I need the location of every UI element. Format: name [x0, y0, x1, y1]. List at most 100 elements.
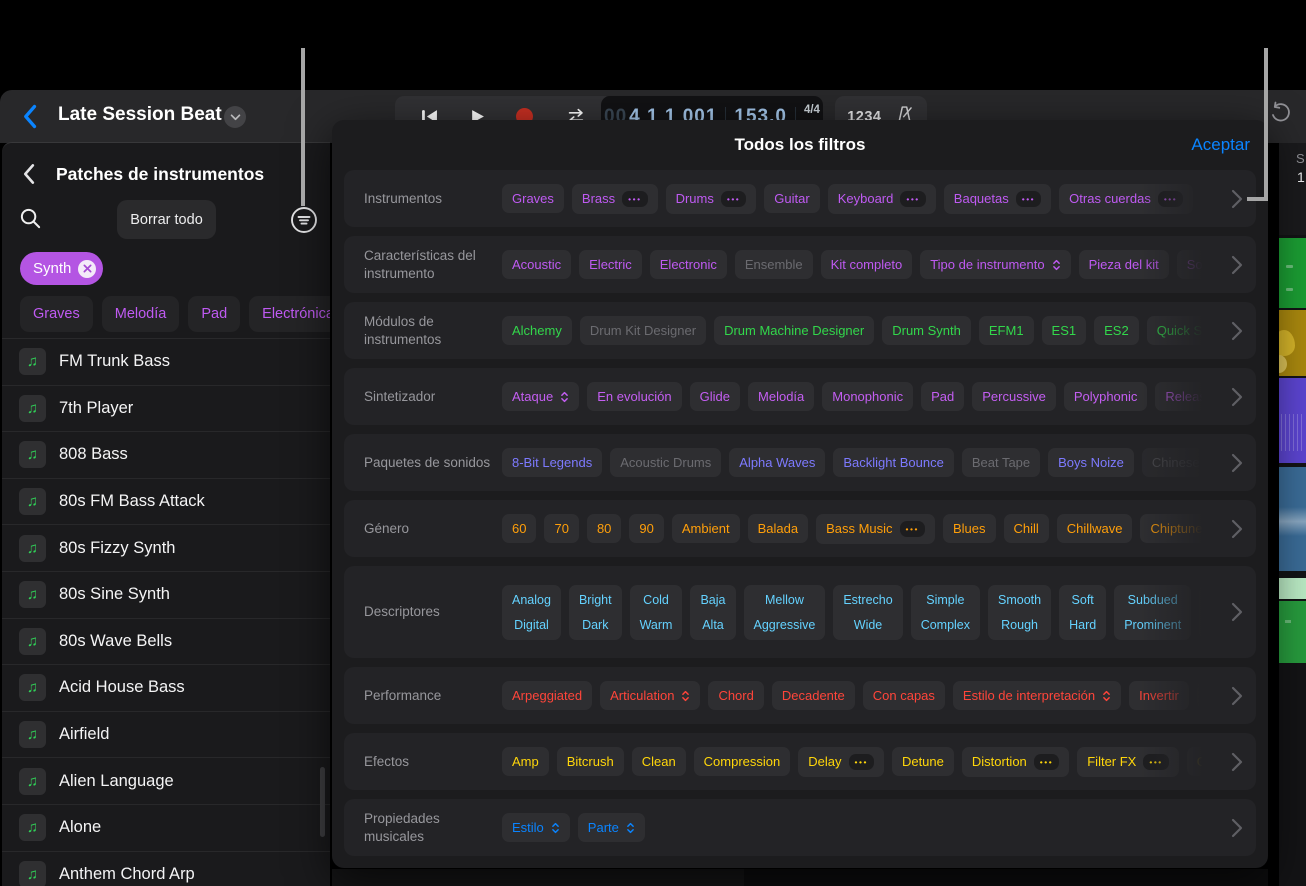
filter-pill[interactable]: Decadente [772, 681, 855, 710]
filter-pill-label[interactable]: Cold [643, 593, 669, 607]
filter-pill-pair[interactable]: Baja Alta [690, 585, 735, 640]
filter-pill[interactable]: Keyboard••• [828, 184, 936, 214]
filter-pill[interactable]: Graves [502, 184, 564, 213]
filter-pill-label[interactable]: Bright [579, 593, 612, 607]
filter-pill[interactable]: Distortion••• [962, 747, 1069, 777]
filter-pill[interactable]: Electronic [650, 250, 727, 279]
filter-pill[interactable]: Chiptune [1140, 514, 1212, 543]
more-options-icon[interactable]: ••• [622, 191, 647, 207]
patch-item[interactable]: ♫FM Trunk Bass [2, 339, 330, 386]
filter-pill[interactable]: Invertir [1129, 681, 1189, 710]
patch-item[interactable]: ♫Anthem Chord Arp [2, 852, 330, 886]
filter-pill-label[interactable]: Warm [640, 618, 673, 632]
accept-button[interactable]: Aceptar [1191, 135, 1250, 155]
filter-pill[interactable]: ES1 [1042, 316, 1087, 345]
filter-pill[interactable]: Quick Sampler [1147, 316, 1218, 345]
filter-pill-label[interactable]: Non-Tonal [1209, 618, 1218, 632]
filter-pill-label[interactable]: Mellow [765, 593, 804, 607]
filter-pill[interactable]: Monophonic [822, 382, 913, 411]
filter-pill[interactable]: Percussio [1201, 184, 1218, 213]
filter-pill[interactable]: Amp [502, 747, 549, 776]
filter-pill[interactable]: Polyphonic [1064, 382, 1148, 411]
remove-tag-icon[interactable] [78, 260, 96, 278]
filter-pill-pair[interactable]: Bright Dark [569, 585, 622, 640]
more-options-icon[interactable]: ••• [1143, 754, 1168, 770]
filter-pill[interactable]: Beat Tape [962, 448, 1040, 477]
filter-pill-label[interactable]: Rough [1001, 618, 1038, 632]
filter-pill[interactable]: Melodía [748, 382, 814, 411]
patch-item[interactable]: ♫80s Wave Bells [2, 619, 330, 666]
patch-item[interactable]: ♫7th Player [2, 386, 330, 433]
filter-pill[interactable]: Chillwave [1057, 514, 1133, 543]
filter-pill[interactable]: Compression [694, 747, 791, 776]
track-clip[interactable] [1279, 578, 1306, 599]
row-chevron-icon[interactable] [1218, 387, 1256, 407]
filter-pill[interactable]: Drum Synth [882, 316, 971, 345]
project-menu-chevron-icon[interactable] [224, 106, 246, 128]
filter-pill[interactable]: Glide [690, 382, 740, 411]
patches-back-chevron[interactable] [22, 163, 35, 185]
track-clip[interactable] [1279, 310, 1306, 376]
more-options-icon[interactable]: ••• [1016, 191, 1041, 207]
filter-pill[interactable]: 8-Bit Legends [502, 448, 602, 477]
category-tag[interactable]: Pad [188, 296, 240, 332]
filter-pill-label[interactable]: Smooth [998, 593, 1041, 607]
filter-pill[interactable]: Tipo de instrumento [920, 250, 1070, 279]
filter-pill[interactable]: 60 [502, 514, 536, 543]
filter-pill[interactable]: Ataque [502, 382, 579, 411]
search-icon[interactable] [19, 207, 42, 230]
more-options-icon[interactable]: ••• [849, 754, 874, 770]
filter-pill-label[interactable]: Dark [582, 618, 608, 632]
scrollbar-thumb[interactable] [320, 767, 325, 837]
filter-pill[interactable]: Drums••• [666, 184, 757, 214]
filter-pill[interactable]: 80 [587, 514, 621, 543]
filter-pill[interactable]: Electric [579, 250, 642, 279]
row-chevron-icon[interactable] [1218, 453, 1256, 473]
filter-pill[interactable]: Alpha Waves [729, 448, 825, 477]
patch-item[interactable]: ♫Alien Language [2, 758, 330, 805]
filter-pill[interactable]: Drum Kit Designer [580, 316, 706, 345]
filter-icon[interactable] [290, 206, 318, 234]
filter-pill-label[interactable]: Hard [1069, 618, 1096, 632]
patch-item[interactable]: ♫80s Fizzy Synth [2, 525, 330, 572]
filter-pill[interactable]: Drum Machine Designer [714, 316, 874, 345]
filter-pill-label[interactable]: Baja [700, 593, 725, 607]
filter-pill[interactable]: Backlight Bounce [833, 448, 953, 477]
filter-pill[interactable]: Chill [1004, 514, 1049, 543]
track-solo-fragment[interactable]: S [1296, 151, 1305, 166]
filter-pill[interactable]: Articulation [600, 681, 700, 710]
filter-pill[interactable]: Clean [632, 747, 686, 776]
filter-pill[interactable]: Release [1155, 382, 1218, 411]
filter-pill[interactable]: 90 [629, 514, 663, 543]
more-options-icon[interactable]: ••• [721, 191, 746, 207]
filter-pill-pair[interactable]: EstrechoWide [833, 585, 902, 640]
filter-pill-pair[interactable]: SubduedProminent [1114, 585, 1191, 640]
track-clip[interactable] [1279, 601, 1306, 663]
filter-pill[interactable]: Balada [748, 514, 808, 543]
filter-pill[interactable]: Acoustic [502, 250, 571, 279]
filter-pill[interactable]: Estilo [502, 813, 570, 842]
filter-pill-pair[interactable]: Smooth Rough [988, 585, 1051, 640]
filter-pill[interactable]: Gate FX [1187, 747, 1218, 776]
more-options-icon[interactable]: ••• [900, 191, 925, 207]
filter-pill[interactable]: Percussive [972, 382, 1056, 411]
filter-pill[interactable]: Alchemy [502, 316, 572, 345]
filter-pill[interactable]: Delay••• [798, 747, 884, 777]
row-chevron-icon[interactable] [1218, 519, 1256, 539]
filter-pill-label[interactable]: Wide [854, 618, 882, 632]
more-options-icon[interactable]: ••• [900, 521, 925, 537]
patch-item[interactable]: ♫80s Sine Synth [2, 572, 330, 619]
row-chevron-icon[interactable] [1218, 752, 1256, 772]
filter-pill[interactable]: Boys Noize [1048, 448, 1134, 477]
filter-pill-label[interactable]: Alta [702, 618, 724, 632]
track-clip[interactable] [1279, 378, 1306, 463]
filter-pill[interactable]: Solo [1177, 250, 1218, 279]
filter-pill[interactable]: EFM1 [979, 316, 1034, 345]
filter-pill[interactable]: Bitcrush [557, 747, 624, 776]
filter-pill[interactable]: Ambient [672, 514, 740, 543]
filter-pill[interactable]: Kit completo [821, 250, 913, 279]
undo-icon[interactable] [1268, 101, 1292, 125]
filter-pill[interactable]: Otras cuerdas••• [1059, 184, 1193, 214]
more-options-icon[interactable]: ••• [1034, 754, 1059, 770]
row-chevron-icon[interactable] [1218, 602, 1256, 622]
